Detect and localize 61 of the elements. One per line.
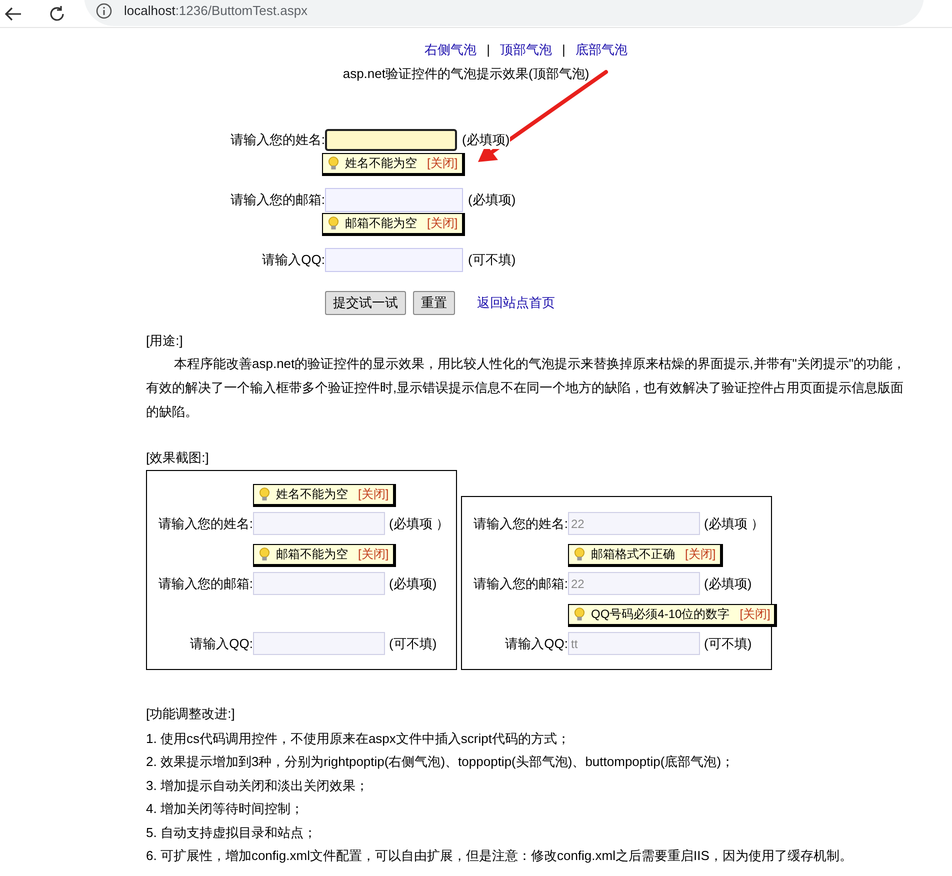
lightbulb-icon bbox=[259, 546, 270, 562]
lightbulb-icon bbox=[328, 156, 339, 170]
section-heading: [功能调整改进:] bbox=[146, 706, 235, 720]
field-label: 请输入您的邮箱: bbox=[229, 190, 325, 209]
tooltip-message: 姓名不能为空 bbox=[345, 155, 417, 172]
field-note: (必填项 ） bbox=[704, 514, 764, 533]
field-note: (必填项 ） bbox=[389, 514, 449, 533]
close-link[interactable]: [关闭] bbox=[685, 545, 716, 563]
field-label: 请输入QQ: bbox=[504, 634, 568, 653]
field-label: 请输入QQ: bbox=[261, 250, 325, 269]
field-label: 请输入您的邮箱: bbox=[157, 574, 253, 593]
nav-link[interactable]: 右侧气泡 bbox=[424, 40, 477, 60]
lightbulb-icon bbox=[259, 486, 270, 502]
info-icon bbox=[96, 2, 112, 18]
nav-link[interactable]: 底部气泡 bbox=[575, 40, 628, 60]
tooltip-message: 邮箱不能为空 bbox=[276, 546, 348, 563]
tooltip-message: 邮箱不能为空 bbox=[345, 215, 417, 232]
close-link[interactable]: [关闭] bbox=[740, 605, 770, 623]
close-link[interactable]: [关闭] bbox=[427, 214, 458, 232]
field-label: 请输入您的邮箱: bbox=[472, 574, 568, 593]
tooltip-message: 邮箱格式不正确 bbox=[591, 546, 675, 563]
nav-link[interactable]: 顶部气泡 bbox=[500, 40, 552, 60]
field-label: 请输入QQ: bbox=[189, 634, 253, 653]
list-item: 1. 使用cs代码调用控件，不使用原来在aspx文件中插入script代码的方式； bbox=[146, 730, 571, 748]
url-text: localhost:1236/ButtomTest.aspx bbox=[124, 2, 308, 20]
lightbulb-icon bbox=[574, 606, 585, 622]
close-link[interactable]: [关闭] bbox=[358, 545, 389, 563]
lightbulb-icon bbox=[328, 216, 339, 230]
text-input[interactable]: 22 bbox=[568, 512, 700, 535]
separator: | bbox=[486, 41, 491, 60]
back-icon[interactable] bbox=[4, 6, 22, 22]
field-note: (必填项) bbox=[389, 574, 437, 593]
section-heading: [效果截图:] bbox=[146, 450, 209, 465]
text-input[interactable]: 22 bbox=[568, 572, 700, 595]
separator: | bbox=[561, 41, 566, 60]
text-input[interactable]: tt bbox=[568, 632, 700, 655]
field-note: (可不填) bbox=[704, 634, 752, 653]
tooltip-message: 姓名不能为空 bbox=[276, 486, 348, 503]
home-link[interactable]: 返回站点首页 bbox=[477, 292, 555, 312]
usage-paragraph: 本程序能改善asp.net的验证控件的显示效果，用比较人性化的气泡提示来替换掉原来枯燥的界面提示,并带有"关闭提示"的功能，有效的解决了一个输入框带多个验证控件时,显示错误提示信息不在同一个地方的缺陷，也有效解决了验证控件占用页面提示信息版面的缺陷。 bbox=[146, 355, 906, 421]
text-input[interactable] bbox=[325, 128, 457, 150]
close-link[interactable]: [关闭] bbox=[427, 154, 458, 172]
list-item: 6. 可扩展性，增加config.xml文件配置，可以自由扩展，但是注意：修改config.xml之后需要重启IIS，因为使用了缓存机制。 bbox=[146, 847, 854, 865]
field-label: 请输入您的姓名: bbox=[472, 514, 568, 533]
address-bar[interactable]: localhost:1236/ButtomTest.aspx bbox=[84, 0, 924, 26]
lightbulb-icon bbox=[574, 546, 585, 562]
reload-icon[interactable] bbox=[48, 4, 66, 22]
field-label: 请输入您的姓名: bbox=[157, 514, 253, 533]
page-title: asp.net验证控件的气泡提示效果(顶部气泡) bbox=[342, 66, 590, 81]
list-item: 3. 增加提示自动关闭和淡出关闭效果； bbox=[146, 776, 370, 794]
list-item: 4. 增加关闭等待时间控制； bbox=[146, 800, 304, 818]
field-note: (可不填) bbox=[389, 634, 437, 653]
form-button[interactable]: 提交试一试 bbox=[325, 290, 406, 314]
field-label: 请输入您的姓名: bbox=[229, 130, 325, 149]
form-button[interactable]: 重置 bbox=[413, 290, 455, 314]
tooltip-message: QQ号码必须4-10位的数字 bbox=[591, 606, 730, 623]
field-note: (必填项) bbox=[704, 574, 752, 593]
section-heading: [用途:] bbox=[146, 332, 183, 348]
list-item: 5. 自动支持虚拟目录和站点； bbox=[146, 824, 318, 842]
close-link[interactable]: [关闭] bbox=[358, 485, 389, 503]
list-item: 2. 效果提示增加到3种，分别为rightpoptip(右侧气泡)、toppoptip(头部气泡)、buttompoptip(底部气泡)； bbox=[146, 753, 736, 771]
